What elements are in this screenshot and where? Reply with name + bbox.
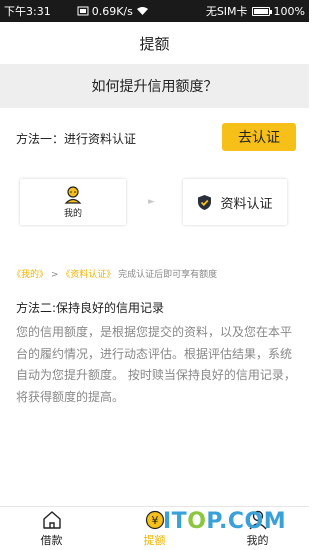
status-network: 0.69K/s [77,5,149,18]
banner-text: 如何提升信用额度？ [91,79,218,95]
method1-text: 方法一：进行资料认证 [16,132,137,146]
network-speed: 0.69K/s [91,4,133,18]
hint-text: 完成认证后即可享有额度 [115,270,218,280]
tab-loan[interactable]: 借款 [0,507,103,550]
step-profile-label: 资料认证 [220,196,273,212]
step-profile-card[interactable]: 资料认证 [183,179,287,225]
question-banner: 如何提升信用额度？ [0,64,309,108]
status-bar: 下午3:31 0.69K/s 无SIM卡 100% [0,0,309,22]
hint-separator: > [48,270,62,280]
method2-title: 方法二:保持良好的信用记录 [16,301,165,315]
screenshot-notification-icon [77,6,89,16]
shield-check-icon [198,194,212,210]
watermark-logo: ITOP.COM [163,509,287,534]
method2-body: 您的信用额度，是根据您提交的资料，以及您在本平台的履约情况，进行动态评估。根据评… [16,325,296,404]
hint-link-mine[interactable]: 《我的》 [12,270,48,280]
battery-percent: 100% [273,4,305,18]
yen-icon: ¥ [145,510,164,529]
verify-hint: 《我的》 > 《资料认证》 完成认证后即可享有额度 [12,267,217,280]
tab-loan-label: 借款 [40,533,63,547]
page-title: 提额 [139,34,170,53]
svg-text:¥: ¥ [151,514,158,527]
hint-link-profile[interactable]: 《资料认证》 [61,270,115,280]
page-header: 提额 [0,22,309,64]
home-icon [42,510,61,529]
step-arrow-icon: ► [148,197,155,207]
carrier-label: 无SIM卡 [205,5,248,18]
step-mine-label: 我的 [63,208,82,219]
status-time: 下午3:31 [4,5,51,18]
step-mine-card[interactable]: 我的 [20,179,126,225]
battery-icon [251,6,272,16]
user-icon [64,185,82,204]
wifi-icon [136,7,148,15]
go-verify-button[interactable]: 去认证 [222,123,296,151]
